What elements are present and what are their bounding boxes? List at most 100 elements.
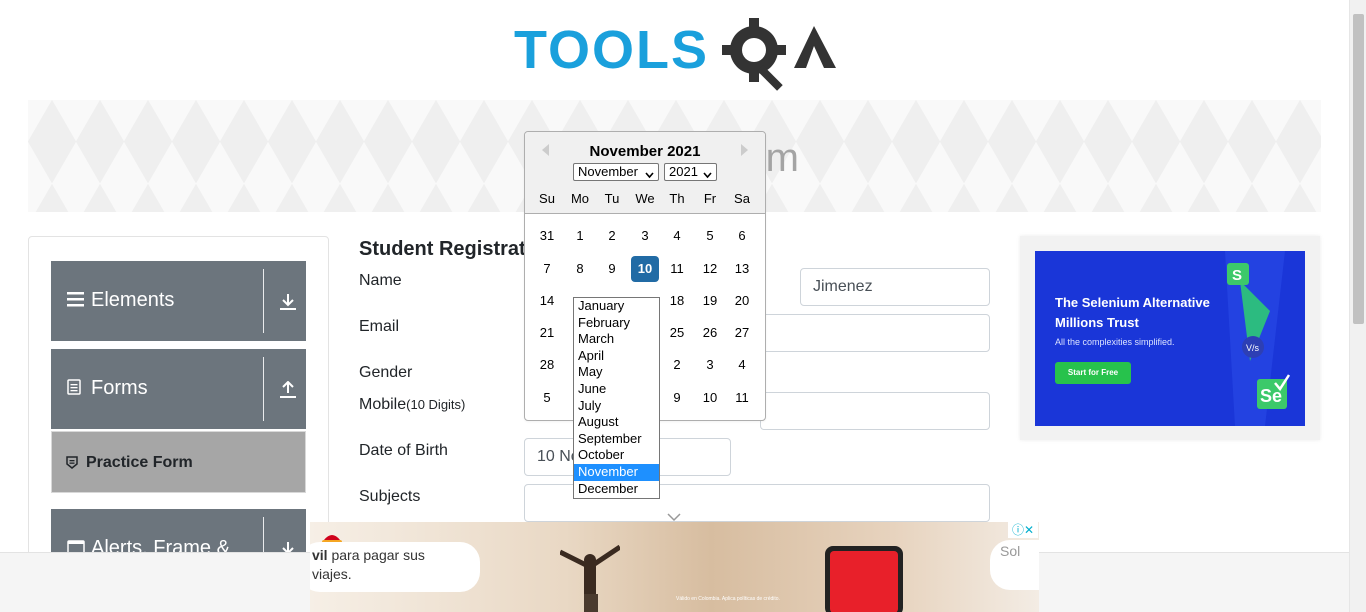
- month-option[interactable]: February: [574, 315, 659, 332]
- day-name: Mo: [570, 191, 590, 206]
- ad-subtext: All the complexities simplified.: [1055, 337, 1175, 347]
- mobile-hint: (10 Digits): [406, 397, 466, 412]
- calendar-day[interactable]: 4: [728, 352, 756, 378]
- sidebar-item-practice-form[interactable]: Practice Form: [51, 431, 306, 493]
- calendar-day[interactable]: 5: [696, 223, 724, 249]
- sidebar-group-label: Elements: [91, 289, 175, 311]
- sidebar-group-elements[interactable]: Elements: [51, 261, 306, 341]
- calendar-day[interactable]: 27: [728, 320, 756, 346]
- month-option[interactable]: October: [574, 447, 659, 464]
- document-icon: [67, 379, 81, 400]
- ad-close-icon[interactable]: ⓘ✕: [1008, 522, 1038, 538]
- month-option[interactable]: June: [574, 381, 659, 398]
- toolsqa-logo[interactable]: TOOLS: [514, 14, 840, 92]
- sidebar-group-label: Forms: [91, 377, 148, 399]
- scrollbar-thumb[interactable]: [1353, 14, 1364, 324]
- month-select-value: November: [578, 164, 638, 179]
- ad-right-banner[interactable]: S V/s Se The Selenium Alternative Million…: [1035, 251, 1305, 426]
- ad-headline: The Selenium Alternative Millions Trust: [1055, 293, 1255, 333]
- mobile-input[interactable]: [760, 392, 990, 430]
- svg-text:TOOLS: TOOLS: [514, 20, 709, 80]
- calendar-day[interactable]: 8: [566, 256, 594, 282]
- email-input[interactable]: [760, 314, 990, 352]
- calendar-day[interactable]: 25: [663, 320, 691, 346]
- year-select-value: 2021: [669, 164, 698, 179]
- last-name-input[interactable]: Jimenez: [800, 268, 990, 306]
- calendar-day[interactable]: 3: [631, 223, 659, 249]
- dob-label: Date of Birth: [359, 442, 448, 459]
- calendar-day[interactable]: 10: [631, 256, 659, 282]
- svg-text:V/s: V/s: [1246, 343, 1260, 353]
- chevron-down-icon: [645, 167, 654, 183]
- day-name: Fr: [703, 191, 717, 206]
- calendar-day[interactable]: 5: [533, 385, 561, 411]
- month-option[interactable]: December: [574, 481, 659, 498]
- page: TOOLS Practice Form Elements: [0, 0, 1366, 612]
- menu-icon: [67, 291, 85, 312]
- ad-person-figure: [560, 544, 620, 612]
- month-option[interactable]: May: [574, 364, 659, 381]
- calendar-day[interactable]: 9: [663, 385, 691, 411]
- day-name: Sa: [734, 191, 750, 206]
- calendar-day[interactable]: 11: [728, 385, 756, 411]
- name-label: Name: [359, 272, 402, 289]
- calendar-day[interactable]: 10: [696, 385, 724, 411]
- phone-screen: [830, 551, 898, 612]
- calendar-day[interactable]: 4: [663, 223, 691, 249]
- day-name: Tu: [604, 191, 620, 206]
- sidebar: Elements Forms Practice Form Alerts, Fra…: [28, 236, 329, 589]
- ad-phone-image: [825, 546, 903, 612]
- calendar-day[interactable]: 14: [533, 288, 561, 314]
- month-option[interactable]: April: [574, 348, 659, 365]
- doc-badge-icon: [66, 456, 78, 474]
- upload-arrow-icon: [279, 380, 297, 404]
- calendar-day[interactable]: 2: [663, 352, 691, 378]
- calendar-day[interactable]: 6: [728, 223, 756, 249]
- mobile-label-text: Mobile: [359, 396, 407, 413]
- calendar-day[interactable]: 28: [533, 352, 561, 378]
- calendar-day[interactable]: 18: [663, 288, 691, 314]
- email-label: Email: [359, 318, 400, 335]
- month-option[interactable]: August: [574, 414, 659, 431]
- month-select[interactable]: November: [573, 163, 659, 181]
- form-title: Student Registratio: [359, 238, 544, 260]
- datepicker-header: November 2021 November 2021 Su Mo Tu We …: [525, 132, 765, 214]
- calendar-day[interactable]: 1: [566, 223, 594, 249]
- day-name: Th: [669, 191, 685, 206]
- calendar-day[interactable]: 7: [533, 256, 561, 282]
- calendar-day[interactable]: 9: [598, 256, 626, 282]
- month-option[interactable]: September: [574, 431, 659, 448]
- month-option[interactable]: March: [574, 331, 659, 348]
- ad-bubble-text: para pagar sus: [327, 547, 425, 563]
- calendar-day[interactable]: 2: [598, 223, 626, 249]
- page-scrollbar[interactable]: [1349, 0, 1366, 612]
- calendar-day[interactable]: 26: [696, 320, 724, 346]
- month-option[interactable]: November: [574, 463, 659, 481]
- calendar-day[interactable]: 12: [696, 256, 724, 282]
- sidebar-group-forms[interactable]: Forms: [51, 349, 306, 429]
- ad-bubble-bold: vil: [312, 547, 328, 563]
- calendar-day[interactable]: 31: [533, 223, 561, 249]
- ad-bubble-line2: viajes.: [312, 566, 352, 582]
- calendar-day[interactable]: 3: [696, 352, 724, 378]
- month-dropdown-list: January February March April May June July Augu…: [573, 297, 660, 499]
- ad-headline-line1: The Selenium Alternative: [1055, 295, 1210, 310]
- day-name: We: [635, 191, 655, 206]
- ad-cta-button[interactable]: Start for Free: [1055, 362, 1131, 384]
- month-option[interactable]: July: [574, 398, 659, 415]
- calendar-day[interactable]: 13: [728, 256, 756, 282]
- divider: [263, 357, 264, 421]
- calendar-day[interactable]: 21: [533, 320, 561, 346]
- next-month-icon[interactable]: [741, 144, 748, 156]
- mobile-label: Mobile(10 Digits): [359, 396, 465, 414]
- download-arrow-icon: [279, 293, 297, 316]
- calendar-day[interactable]: 11: [663, 256, 691, 282]
- bottom-ad-banner[interactable]: vil para pagar sus viajes. Válido en Colo…: [310, 522, 1039, 612]
- year-select[interactable]: 2021: [664, 163, 717, 181]
- datepicker-current-month: November 2021: [589, 143, 701, 160]
- calendar-day[interactable]: 19: [696, 288, 724, 314]
- ad-speech-bubble: vil para pagar sus viajes.: [310, 542, 480, 592]
- calendar-day[interactable]: 20: [728, 288, 756, 314]
- sidebar-item-label: Practice Form: [86, 454, 193, 471]
- month-option[interactable]: January: [574, 298, 659, 315]
